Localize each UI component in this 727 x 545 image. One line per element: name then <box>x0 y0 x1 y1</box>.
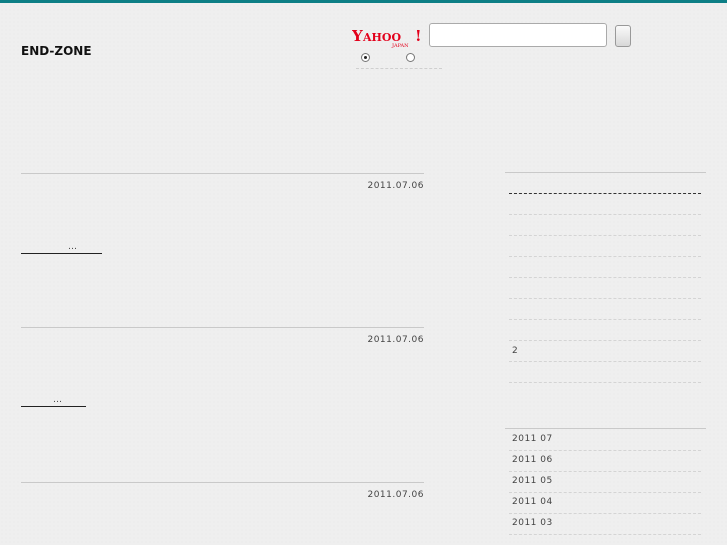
sidebar-list-item[interactable] <box>509 277 701 278</box>
entry-date: 2011.07.06 <box>367 490 424 500</box>
entry-separator <box>21 482 424 483</box>
archive-link[interactable]: 2011 03 <box>512 518 553 528</box>
entry-separator <box>21 173 424 174</box>
search-option-site-radio[interactable] <box>406 53 415 62</box>
sidebar-list-item[interactable] <box>509 361 701 362</box>
entry-separator <box>21 327 424 328</box>
archive-link[interactable]: 2011 05 <box>512 476 553 486</box>
sidebar-list-item[interactable] <box>509 382 701 383</box>
sidebar-separator <box>505 428 706 429</box>
search-option-web-radio[interactable] <box>361 53 370 62</box>
sidebar-list-item[interactable] <box>509 319 701 320</box>
archive-divider <box>509 450 701 451</box>
entry-title-ellipsis: … <box>53 395 62 405</box>
sidebar-list-item[interactable] <box>509 193 701 194</box>
entry-date: 2011.07.06 <box>367 181 424 191</box>
sidebar-separator <box>505 172 706 173</box>
archive-divider <box>509 471 701 472</box>
entry-date: 2011.07.06 <box>367 335 424 345</box>
search-button[interactable] <box>615 25 631 47</box>
sidebar-list-item[interactable] <box>509 340 701 341</box>
svg-text:JAPAN: JAPAN <box>391 43 409 48</box>
archive-divider <box>509 534 701 535</box>
search-input[interactable] <box>429 23 607 47</box>
entry-title-ellipsis: … <box>68 242 77 252</box>
svg-text:Y: Y <box>352 27 363 45</box>
site-title[interactable]: END-ZONE <box>21 44 92 58</box>
sidebar-list-item[interactable] <box>509 235 701 236</box>
archive-link[interactable]: 2011 04 <box>512 497 553 507</box>
archive-divider <box>509 513 701 514</box>
sidebar-list-item-label[interactable]: 2 <box>512 346 518 356</box>
svg-text:!: ! <box>415 27 422 45</box>
sidebar-list-item[interactable] <box>509 256 701 257</box>
archive-link[interactable]: 2011 07 <box>512 434 553 444</box>
sidebar-list-item[interactable] <box>509 214 701 215</box>
top-accent-bar <box>0 0 727 3</box>
yahoo-japan-logo[interactable]: Y AHOO ! JAPAN <box>352 26 426 48</box>
radio-group-underline <box>356 68 442 69</box>
sidebar-list-item[interactable] <box>509 298 701 299</box>
entry-title-link[interactable]: … <box>21 395 86 407</box>
entry-title-link[interactable]: … <box>21 242 102 254</box>
archive-divider <box>509 492 701 493</box>
archive-link[interactable]: 2011 06 <box>512 455 553 465</box>
